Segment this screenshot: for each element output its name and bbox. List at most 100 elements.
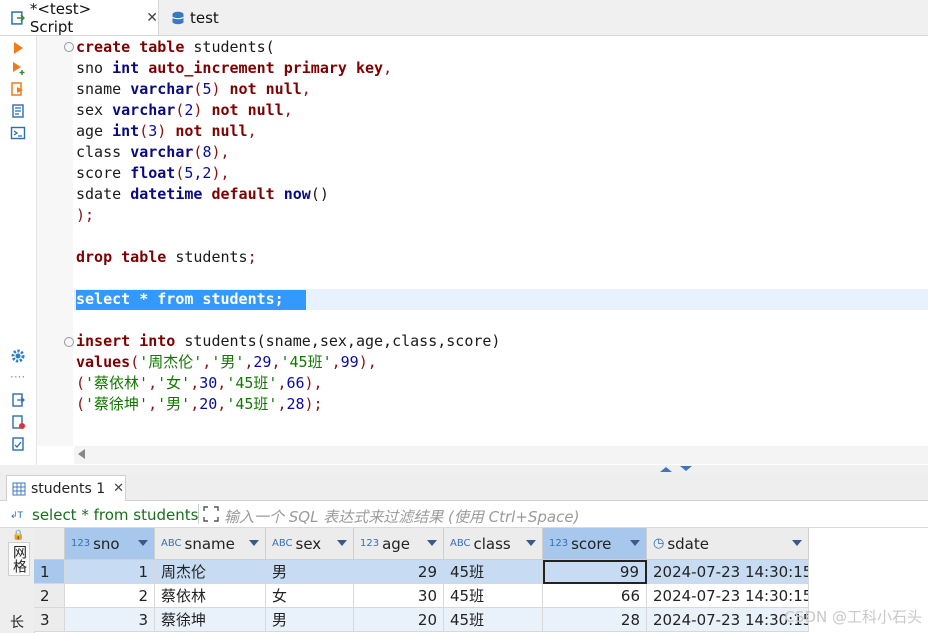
column-header-age[interactable]: 123 age <box>354 528 444 560</box>
cell-sname[interactable]: 蔡徐坤 <box>155 608 266 632</box>
results-tab-bar: students 1 ✕ <box>0 473 928 501</box>
column-label: class <box>473 534 511 553</box>
code-line-2: sno int auto_increment primary key, <box>76 59 393 77</box>
cell-score[interactable]: 28 <box>543 608 647 632</box>
cell-sex[interactable]: 女 <box>266 584 354 608</box>
horizontal-scrollbar[interactable] <box>74 446 928 464</box>
sort-dropdown-icon[interactable] <box>249 540 259 546</box>
close-icon[interactable]: ✕ <box>113 481 124 496</box>
sort-dropdown-icon[interactable] <box>526 540 536 546</box>
lock-icon[interactable]: 🔒 <box>12 530 24 541</box>
column-header-sno[interactable]: 123 sno <box>65 528 155 560</box>
cell-sno[interactable]: 3 <box>65 608 155 632</box>
column-header-sdate[interactable]: ◷ sdate <box>647 528 809 560</box>
view-switcher: 🔒 网格 长 <box>0 528 35 633</box>
scroll-left-arrow-icon[interactable] <box>78 449 85 459</box>
cell-class[interactable]: 45班 <box>444 584 543 608</box>
query-text[interactable]: select * from students <box>32 506 198 524</box>
svg-text:↲T: ↲T <box>10 511 24 521</box>
code-line-9: ); <box>76 206 95 224</box>
column-label: sno <box>93 534 120 553</box>
column-header-sex[interactable]: ABC sex <box>266 528 354 560</box>
sort-dropdown-icon[interactable] <box>138 540 148 546</box>
cell-sname[interactable]: 周杰伦 <box>155 560 266 584</box>
sort-dropdown-icon[interactable] <box>630 540 640 546</box>
table-row[interactable]: 2 2 蔡依林 女 30 45班 66 2024-07-23 14:30:15 <box>34 584 809 608</box>
cell-age[interactable]: 30 <box>354 584 444 608</box>
table-row[interactable]: 3 3 蔡徐坤 男 20 45班 28 2024-07-23 14:30:15 <box>34 608 809 632</box>
numeric-type-icon: 123 <box>360 538 380 549</box>
column-header-score[interactable]: 123 score <box>543 528 647 560</box>
code-line-5: age int(3) not null, <box>76 122 257 140</box>
sort-dropdown-icon[interactable] <box>337 540 347 546</box>
cell-sno[interactable]: 1 <box>65 560 155 584</box>
cell-sno[interactable]: 2 <box>65 584 155 608</box>
editor-toolbar: ···· <box>0 36 37 466</box>
expand-filter-icon[interactable] <box>203 506 219 522</box>
export-icon[interactable] <box>10 392 26 408</box>
filter-input[interactable]: 输入一个 SQL 表达式来过滤结果 (使用 Ctrl+Space) <box>224 506 579 527</box>
column-label: sdate <box>667 534 709 553</box>
cell-score-focused[interactable]: 99 <box>543 560 647 584</box>
cell-score[interactable]: 66 <box>543 584 647 608</box>
cell-class[interactable]: 45班 <box>444 608 543 632</box>
code-line-1: create table students( <box>76 38 275 56</box>
grid-view-tab[interactable]: 网格 <box>8 542 30 576</box>
file-warning-icon[interactable] <box>10 414 26 430</box>
row-number[interactable]: 1 <box>34 560 65 584</box>
code-line-4: sex varchar(2) not null, <box>76 101 293 119</box>
sort-dropdown-icon[interactable] <box>427 540 437 546</box>
cell-sdate[interactable]: 2024-07-23 14:30:15 <box>647 584 809 608</box>
row-number[interactable]: 2 <box>34 584 65 608</box>
column-label: score <box>571 534 612 553</box>
script-icon <box>11 10 25 25</box>
column-header-class[interactable]: ABC class <box>444 528 543 560</box>
text-view-tab[interactable]: 长 <box>10 612 24 632</box>
code-line-3: sname varchar(5) not null, <box>76 80 311 98</box>
tab-results-students[interactable]: students 1 ✕ <box>6 475 126 501</box>
code-line-7: score float(5,2), <box>76 164 230 182</box>
fold-toggle-icon[interactable] <box>64 42 74 52</box>
cell-sname[interactable]: 蔡依林 <box>155 584 266 608</box>
column-label: sname <box>184 534 235 553</box>
cell-sex[interactable]: 男 <box>266 608 354 632</box>
code-line-8: sdate datetime default now() <box>76 185 329 203</box>
cell-class[interactable]: 45班 <box>444 560 543 584</box>
cell-sdate[interactable]: 2024-07-23 14:30:15 <box>647 560 809 584</box>
code-area[interactable]: create table students( sno int auto_incr… <box>74 0 928 446</box>
cell-sex[interactable]: 男 <box>266 560 354 584</box>
divider <box>198 504 199 524</box>
results-tab-label: students 1 <box>31 480 106 497</box>
column-header-sname[interactable]: ABC sname <box>155 528 266 560</box>
execute-in-new-tab-icon[interactable] <box>10 60 26 76</box>
column-label: sex <box>295 534 322 553</box>
explain-plan-icon[interactable] <box>10 103 26 119</box>
sql-query-icon: ↲T <box>10 511 24 521</box>
code-line-15: insert into students(sname,sex,age,class… <box>76 332 501 350</box>
console-icon[interactable] <box>10 125 26 141</box>
code-line-11: drop table students; <box>76 248 257 266</box>
column-label: age <box>382 534 411 553</box>
fold-toggle-icon[interactable] <box>64 337 74 347</box>
watermark: CSDN @工科小石头 <box>784 608 922 626</box>
line-number-ruler <box>37 36 73 446</box>
more-dots-icon[interactable]: ···· <box>10 370 25 384</box>
file-format-icon[interactable] <box>10 436 26 452</box>
sort-dropdown-icon[interactable] <box>792 540 802 546</box>
table-row[interactable]: 1 1 周杰伦 男 29 45班 99 2024-07-23 14:30:15 <box>34 560 809 584</box>
clock-icon: ◷ <box>653 536 665 551</box>
execute-script-icon[interactable] <box>10 81 26 97</box>
row-number[interactable]: 3 <box>34 608 65 632</box>
execute-statement-icon[interactable] <box>10 40 26 56</box>
cell-age[interactable]: 29 <box>354 560 444 584</box>
table-grid-icon <box>12 482 26 495</box>
code-line-6: class varchar(8), <box>76 143 230 161</box>
settings-gear-icon[interactable] <box>10 348 26 364</box>
code-line-17: ('蔡依林','女',30,'45班',66), <box>76 374 323 392</box>
code-line-18: ('蔡徐坤','男',20,'45班',28); <box>76 395 323 413</box>
text-type-icon: ABC <box>161 538 182 549</box>
panel-splitter[interactable] <box>0 465 928 473</box>
maximize-panel-icon[interactable] <box>658 465 694 473</box>
cell-age[interactable]: 20 <box>354 608 444 632</box>
text-type-icon: ABC <box>272 538 293 549</box>
